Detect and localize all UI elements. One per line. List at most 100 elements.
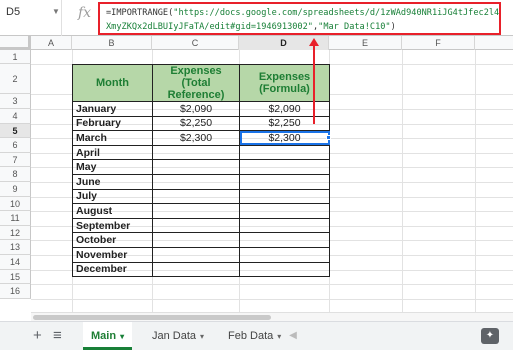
selected-cell-d5[interactable]: $2,300 [239,130,330,146]
header-expenses-total-reference[interactable]: Expenses (Total Reference) [152,64,240,102]
total-ref-cell[interactable] [152,217,240,234]
table-row: July [72,188,330,205]
row-header-14[interactable]: 14 [0,255,31,270]
month-cell[interactable]: January [72,101,153,117]
name-box-value: D5 [6,6,21,18]
formula-line-2: XmyZKQx2dLBUIyJFaTA/edit#gid=1946913002"… [106,20,493,33]
scrollbar-thumb[interactable] [33,315,271,320]
select-all-corner[interactable] [0,36,31,50]
row-header-13[interactable]: 13 [0,240,31,255]
formula-url-part1: "https://docs.google.com/spreadsheets/d/… [173,8,501,18]
chevron-down-icon[interactable]: ▾ [277,332,281,341]
header-month[interactable]: Month [72,64,153,102]
formula-cell[interactable] [239,246,330,263]
row-header-1[interactable]: 1 [0,50,31,64]
row-header-6[interactable]: 6 [0,138,31,153]
total-ref-cell[interactable] [152,188,240,205]
column-header-c[interactable]: C [152,36,239,50]
table-row: April [72,144,330,161]
formula-range: "Mar Data!C10" [318,22,391,32]
add-sheet-icon[interactable]: + [33,327,42,345]
column-header-f[interactable]: F [402,36,475,50]
tab-label: Feb Data [228,330,274,342]
month-cell[interactable]: December [72,261,153,278]
header-text: Expenses [258,71,311,83]
formula-cell[interactable] [239,173,330,190]
month-cell[interactable]: February [72,115,153,132]
expenses-table: Month Expenses (Total Reference) Expense… [72,64,330,278]
formula-cell[interactable] [239,203,330,219]
total-ref-cell[interactable] [152,261,240,278]
row-header-11[interactable]: 11 [0,211,31,226]
name-box[interactable]: D5 ▼ [0,0,62,36]
chevron-down-icon[interactable]: ▼ [52,7,60,16]
column-header-b[interactable]: B [72,36,152,50]
formula-bar: D5 ▼ fx =IMPORTRANGE("https://docs.googl… [0,0,513,36]
tab-main[interactable]: Main ▾ [83,322,133,350]
formula-cell[interactable] [239,144,330,161]
table-row: February $2,250 $2,250 [72,115,330,132]
header-text: Expenses [170,65,222,77]
table-row: March $2,300 $2,300 [72,130,330,146]
month-cell[interactable]: April [72,144,153,161]
formula-cell[interactable] [239,261,330,278]
month-cell[interactable]: March [72,130,153,146]
fill-handle[interactable] [326,135,331,140]
annotation-arrow [313,44,315,124]
total-ref-cell[interactable]: $2,300 [152,130,240,146]
header-text: (Formula) [259,83,310,95]
row-header-12[interactable]: 12 [0,226,31,240]
row-header-15[interactable]: 15 [0,270,31,284]
formula-cell[interactable] [239,159,330,175]
total-ref-cell[interactable]: $2,250 [152,115,240,132]
total-ref-cell[interactable] [152,173,240,190]
formula-cell[interactable] [239,188,330,205]
month-cell[interactable]: November [72,246,153,263]
row-header-10[interactable]: 10 [0,197,31,211]
table-header-row: Month Expenses (Total Reference) Expense… [72,64,330,102]
table-row: November [72,246,330,263]
total-ref-cell[interactable] [152,144,240,161]
total-ref-cell[interactable] [152,246,240,263]
column-header-e[interactable]: E [329,36,402,50]
formula-close: ) [390,22,396,32]
header-expenses-formula[interactable]: Expenses (Formula) [239,64,330,102]
formula-cell[interactable] [239,232,330,248]
chevron-down-icon[interactable]: ▾ [200,332,204,341]
row-header-16[interactable]: 16 [0,284,31,299]
month-cell[interactable]: August [72,203,153,219]
month-cell[interactable]: October [72,232,153,248]
formula-cell[interactable]: $2,090 [239,101,330,117]
row-header-7[interactable]: 7 [0,153,31,167]
table-row: January $2,090 $2,090 [72,101,330,117]
month-cell[interactable]: June [72,173,153,190]
formula-cell[interactable]: $2,250 [239,115,330,132]
row-header-9[interactable]: 9 [0,182,31,197]
formula-cell[interactable] [239,217,330,234]
formula-prefix: =IMPORTRANGE( [106,8,174,18]
total-ref-cell[interactable] [152,203,240,219]
chevron-down-icon[interactable]: ▾ [120,332,124,341]
total-ref-cell[interactable] [152,159,240,175]
total-ref-cell[interactable]: $2,090 [152,101,240,117]
tab-feb-data[interactable]: Feb Data ▾ [220,322,289,350]
total-ref-cell[interactable] [152,232,240,248]
month-cell[interactable]: July [72,188,153,205]
explore-icon[interactable]: ✦ [481,328,499,344]
table-row: June [72,173,330,190]
row-header-3[interactable]: 3 [0,94,31,109]
row-header-4[interactable]: 4 [0,109,31,124]
row-header-2[interactable]: 2 [0,64,31,94]
column-header-a[interactable]: A [31,36,72,50]
all-sheets-menu-icon[interactable]: ≡ [53,327,62,345]
tab-label: Main [91,330,117,342]
horizontal-scrollbar[interactable] [31,312,513,321]
formula-input[interactable]: =IMPORTRANGE("https://docs.google.com/sp… [98,2,501,35]
row-header-8[interactable]: 8 [0,167,31,182]
scroll-tabs-left-icon[interactable]: ◀ [285,322,301,350]
month-cell[interactable]: September [72,217,153,234]
gridline [31,284,513,285]
month-cell[interactable]: May [72,159,153,175]
row-header-5[interactable]: 5 [0,124,31,138]
tab-jan-data[interactable]: Jan Data ▾ [144,322,212,350]
